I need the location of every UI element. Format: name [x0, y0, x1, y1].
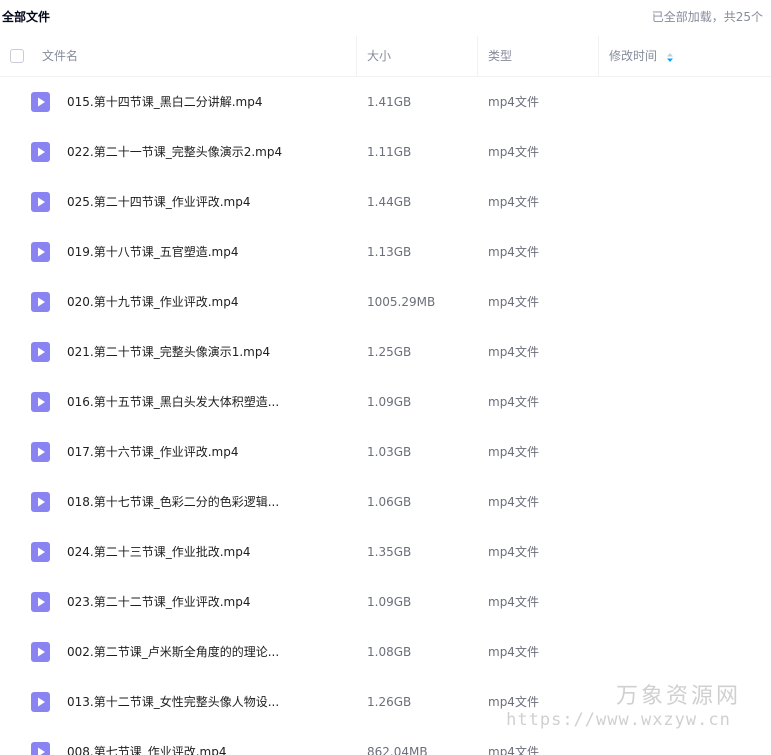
file-name[interactable]: 021.第二十节课_完整头像演示1.mp4	[67, 327, 270, 377]
file-name[interactable]: 025.第二十四节课_作业评改.mp4	[67, 177, 250, 227]
table-row[interactable]: 013.第十二节课_女性完整头像人物设... 1.26GB mp4文件	[0, 677, 771, 727]
file-type: mp4文件	[488, 545, 539, 559]
video-file-icon	[31, 142, 50, 162]
table-row[interactable]: 021.第二十节课_完整头像演示1.mp4 1.25GB mp4文件	[0, 327, 771, 377]
video-file-icon	[31, 692, 50, 712]
video-file-icon	[31, 742, 50, 755]
file-name[interactable]: 023.第二十二节课_作业评改.mp4	[67, 577, 250, 627]
file-size: 1.13GB	[367, 245, 412, 259]
file-name[interactable]: 024.第二十三节课_作业批改.mp4	[67, 527, 250, 577]
column-header-size[interactable]: 大小	[367, 36, 391, 76]
column-header-name[interactable]: 文件名	[42, 36, 78, 76]
table-row[interactable]: 015.第十四节课_黑白二分讲解.mp4 1.41GB mp4文件	[0, 77, 771, 127]
table-header: 文件名 大小 类型 修改时间	[0, 36, 771, 77]
file-type: mp4文件	[488, 445, 539, 459]
file-size: 1.03GB	[367, 445, 412, 459]
file-size: 862.04MB	[367, 745, 428, 755]
file-name[interactable]: 019.第十八节课_五官塑造.mp4	[67, 227, 238, 277]
file-name[interactable]: 002.第二节课_卢米斯全角度的的理论...	[67, 627, 279, 677]
table-row[interactable]: 022.第二十一节课_完整头像演示2.mp4 1.11GB mp4文件	[0, 127, 771, 177]
video-file-icon	[31, 342, 50, 362]
column-divider[interactable]	[598, 36, 599, 76]
table-row[interactable]: 018.第十七节课_色彩二分的色彩逻辑... 1.06GB mp4文件	[0, 477, 771, 527]
file-name[interactable]: 008.第七节课_作业评改.mp4	[67, 727, 226, 755]
table-row[interactable]: 020.第十九节课_作业评改.mp4 1005.29MB mp4文件	[0, 277, 771, 327]
column-header-modified[interactable]: 修改时间	[609, 36, 657, 76]
file-type: mp4文件	[488, 645, 539, 659]
file-size: 1.26GB	[367, 695, 412, 709]
video-file-icon	[31, 92, 50, 112]
file-size: 1.44GB	[367, 195, 412, 209]
video-file-icon	[31, 442, 50, 462]
file-type: mp4文件	[488, 495, 539, 509]
file-list-page: 全部文件 已全部加载，共25个 文件名 大小 类型 修改时间 015.第十四节课…	[0, 0, 771, 755]
column-divider[interactable]	[356, 36, 357, 76]
file-type: mp4文件	[488, 345, 539, 359]
file-size: 1005.29MB	[367, 295, 436, 309]
column-divider[interactable]	[477, 36, 478, 76]
table-row[interactable]: 019.第十八节课_五官塑造.mp4 1.13GB mp4文件	[0, 227, 771, 277]
file-size: 1.09GB	[367, 595, 412, 609]
file-type: mp4文件	[488, 145, 539, 159]
sort-icon[interactable]	[667, 53, 673, 62]
video-file-icon	[31, 492, 50, 512]
select-all-checkbox[interactable]	[10, 49, 24, 63]
file-name[interactable]: 013.第十二节课_女性完整头像人物设...	[67, 677, 279, 727]
video-file-icon	[31, 292, 50, 312]
file-size: 1.06GB	[367, 495, 412, 509]
file-size: 1.08GB	[367, 645, 412, 659]
file-name[interactable]: 016.第十五节课_黑白头发大体积塑造...	[67, 377, 279, 427]
table-row[interactable]: 025.第二十四节课_作业评改.mp4 1.44GB mp4文件	[0, 177, 771, 227]
load-status: 已全部加载，共25个	[651, 10, 763, 24]
file-type: mp4文件	[488, 245, 539, 259]
video-file-icon	[31, 542, 50, 562]
table-row[interactable]: 024.第二十三节课_作业批改.mp4 1.35GB mp4文件	[0, 527, 771, 577]
table-row[interactable]: 002.第二节课_卢米斯全角度的的理论... 1.08GB mp4文件	[0, 627, 771, 677]
file-type: mp4文件	[488, 595, 539, 609]
file-type: mp4文件	[488, 745, 539, 755]
file-type: mp4文件	[488, 95, 539, 109]
table-row[interactable]: 008.第七节课_作业评改.mp4 862.04MB mp4文件	[0, 727, 771, 755]
file-type: mp4文件	[488, 295, 539, 309]
file-size: 1.41GB	[367, 95, 412, 109]
table-row[interactable]: 017.第十六节课_作业评改.mp4 1.03GB mp4文件	[0, 427, 771, 477]
table-row[interactable]: 023.第二十二节课_作业评改.mp4 1.09GB mp4文件	[0, 577, 771, 627]
video-file-icon	[31, 392, 50, 412]
file-size: 1.09GB	[367, 395, 412, 409]
file-type: mp4文件	[488, 195, 539, 209]
file-size: 1.25GB	[367, 345, 412, 359]
file-type: mp4文件	[488, 395, 539, 409]
file-name[interactable]: 018.第十七节课_色彩二分的色彩逻辑...	[67, 477, 279, 527]
file-list: 015.第十四节课_黑白二分讲解.mp4 1.41GB mp4文件 022.第二十一节…	[0, 77, 771, 755]
breadcrumb[interactable]: 全部文件	[2, 8, 50, 25]
table-row[interactable]: 016.第十五节课_黑白头发大体积塑造... 1.09GB mp4文件	[0, 377, 771, 427]
top-bar: 全部文件 已全部加载，共25个	[0, 0, 771, 34]
column-header-type[interactable]: 类型	[488, 36, 512, 76]
video-file-icon	[31, 592, 50, 612]
file-size: 1.11GB	[367, 145, 412, 159]
video-file-icon	[31, 242, 50, 262]
video-file-icon	[31, 642, 50, 662]
video-file-icon	[31, 192, 50, 212]
file-name[interactable]: 017.第十六节课_作业评改.mp4	[67, 427, 238, 477]
file-name[interactable]: 020.第十九节课_作业评改.mp4	[67, 277, 238, 327]
file-size: 1.35GB	[367, 545, 412, 559]
file-name[interactable]: 022.第二十一节课_完整头像演示2.mp4	[67, 127, 282, 177]
file-type: mp4文件	[488, 695, 539, 709]
file-name[interactable]: 015.第十四节课_黑白二分讲解.mp4	[67, 77, 262, 127]
